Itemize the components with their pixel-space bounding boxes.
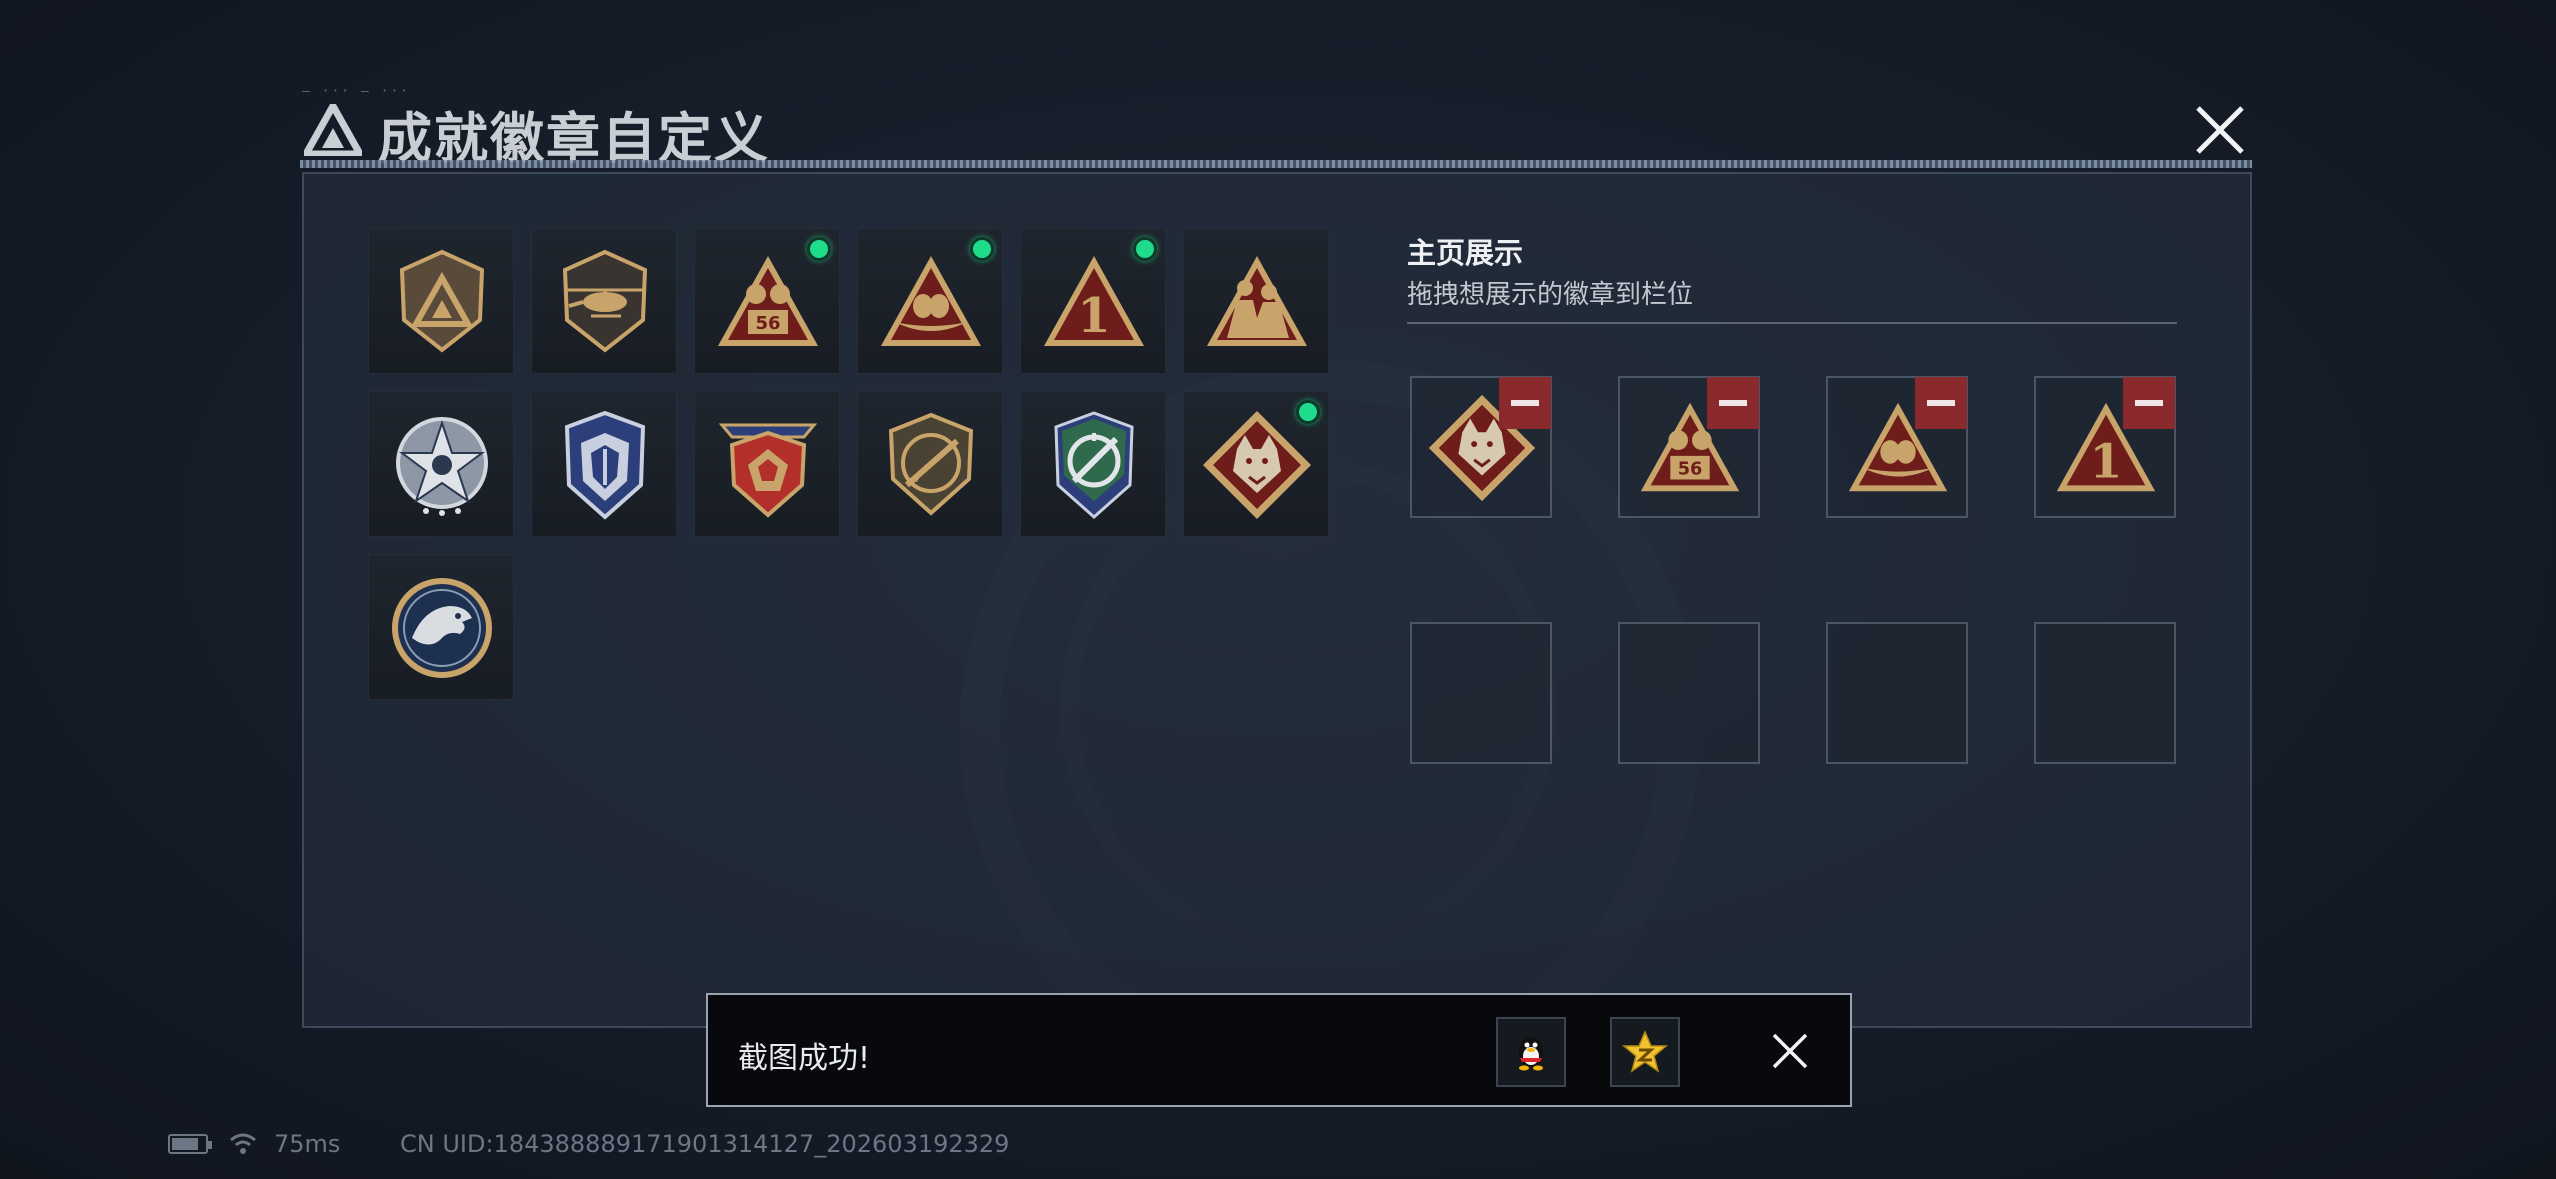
56-triangle-badge[interactable]: 56 [694,228,840,374]
red-crest-badge-icon [718,423,818,518]
showcase-divider [1407,322,2177,324]
number-1-triangle-badge[interactable]: 1 [1020,228,1166,374]
uid-text: CN UID:1843888891719013141​27_2026031923… [400,1130,1010,1158]
wolf-diamond-badge[interactable] [1183,391,1329,537]
showcase-slot-8[interactable] [2034,622,2176,764]
new-indicator [807,237,831,261]
soldiers-triangle-badge-icon [1207,256,1307,346]
latency-text: 75ms [274,1130,341,1158]
star-compass-badge[interactable] [368,391,514,537]
wifi-icon [230,1133,256,1154]
svg-text:1: 1 [2090,435,2123,490]
title-divider [300,160,2252,168]
new-indicator [1296,400,1320,424]
triangle-logo-icon [304,104,362,156]
showcase-slot-1[interactable] [1410,376,1552,518]
new-indicator [1133,237,1157,261]
showcase-slot-5[interactable] [1410,622,1552,764]
svg-text:56: 56 [1678,460,1703,480]
svg-text:56: 56 [755,313,780,334]
eagle-round-badge[interactable] [368,554,514,700]
blue-shield-badge[interactable] [531,391,677,537]
rifle-shield-badge-icon [888,412,974,516]
svg-text:1: 1 [1077,288,1110,344]
share-qq-button[interactable] [1496,1017,1566,1087]
showcase-slot-4[interactable]: 1 [2034,376,2176,518]
green-crosshair-shield-badge-icon [1054,411,1134,520]
remove-badge-button[interactable] [1707,377,1759,429]
remove-badge-button[interactable] [1915,377,1967,429]
triangle-shield-badge[interactable] [368,228,514,374]
soldiers-triangle-badge[interactable] [1183,228,1329,374]
wolf-diamond-badge-icon [1203,411,1311,519]
showcase-slot-2[interactable]: 56 [1618,376,1760,518]
showcase-slot-6[interactable] [1618,622,1760,764]
title-bar: — ··· — ··· 成就徽章自定义 [300,82,2252,174]
battery-icon [168,1134,212,1154]
rifle-shield-badge[interactable] [857,391,1003,537]
star-compass-badge-icon [396,417,488,516]
showcase-title: 主页展示 [1407,236,1524,270]
remove-badge-button[interactable] [1499,377,1551,429]
red-crest-badge[interactable] [694,391,840,537]
qq-penguin-icon [1519,1037,1543,1071]
helicopter-shield-badge[interactable] [531,228,677,374]
toast-message: 截图成功! [738,1041,871,1076]
showcase-subtitle: 拖拽想展示的徽章到栏位 [1407,280,1694,310]
screenshot-toast: 截图成功! [706,993,1852,1107]
qzone-star-icon [1621,1030,1669,1073]
number-1-triangle-badge-icon: 1 [1044,256,1144,346]
green-crosshair-shield-badge[interactable] [1020,391,1166,537]
new-indicator [970,237,994,261]
showcase-slot-3[interactable] [1826,376,1968,518]
helicopter-shield-badge-icon [562,249,648,353]
close-icon[interactable] [2190,100,2250,160]
56-triangle-badge-icon: 56 [718,256,818,346]
triangle-shield-badge-icon [399,249,485,353]
nest-triangle-badge[interactable] [857,228,1003,374]
close-icon[interactable] [1768,1029,1812,1073]
showcase-slot-7[interactable] [1826,622,1968,764]
nest-triangle-badge-icon [881,256,981,346]
remove-badge-button[interactable] [2123,377,2175,429]
share-qzone-button[interactable] [1610,1017,1680,1087]
blue-shield-badge-icon [564,410,646,520]
eagle-round-badge-icon [392,578,492,678]
